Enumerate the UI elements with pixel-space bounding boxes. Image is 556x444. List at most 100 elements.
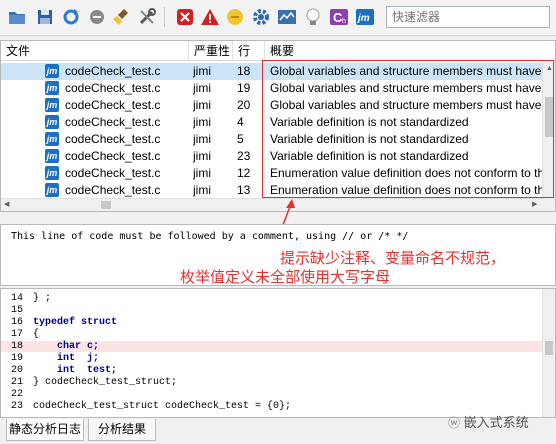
line-cell: 19: [237, 81, 251, 95]
code-line[interactable]: 21 } codeCheck_test_struct;: [1, 377, 542, 388]
severity-cell: jimi: [193, 149, 211, 163]
clean-icon[interactable]: [110, 6, 132, 28]
code-text: int j;: [33, 353, 100, 364]
scroll-thumb[interactable]: [545, 341, 553, 355]
severity-cell: jimi: [193, 64, 211, 78]
list-header: 文件 严重性 行 概要: [1, 41, 555, 61]
summary-cell: Variable definition is not standardized: [270, 149, 469, 163]
file-cell: codeCheck_test.c: [65, 149, 161, 163]
code-line[interactable]: 19 int j;: [1, 353, 542, 364]
code-line[interactable]: 23 codeCheck_test_struct codeCheck_test …: [1, 401, 542, 412]
jm-icon[interactable]: jm: [354, 6, 376, 28]
c-file-icon: jm: [45, 98, 59, 112]
column-header-file[interactable]: 文件: [1, 41, 189, 61]
column-header-severity[interactable]: 严重性: [189, 41, 233, 61]
table-row[interactable]: jm codeCheck_test.c jimi 12 Enumeration valu…: [1, 165, 555, 182]
c-file-icon: jm: [45, 149, 59, 163]
code-line[interactable]: 17 {: [1, 329, 542, 340]
warning-icon[interactable]: [199, 6, 221, 28]
c-file-icon: jm: [45, 183, 59, 197]
severity-cell: jimi: [193, 81, 211, 95]
tools-icon[interactable]: [136, 6, 158, 28]
stop-icon[interactable]: [86, 6, 108, 28]
hint-icon[interactable]: [302, 6, 324, 28]
code-line[interactable]: 20 int test;: [1, 365, 542, 376]
error-icon[interactable]: [174, 6, 196, 28]
c-file-icon: jm: [45, 132, 59, 146]
code-text: int test;: [33, 365, 118, 376]
table-row[interactable]: jm codeCheck_test.c jimi 5 Variable definiti…: [1, 131, 555, 148]
message-text: This line of code must be followed by a …: [11, 231, 409, 242]
toolbar-separator: [164, 7, 165, 27]
table-row[interactable]: jm codeCheck_test.c jimi 13 Enumeration valu…: [1, 182, 555, 199]
code-text: } ;: [33, 293, 52, 304]
line-number: 23: [11, 401, 24, 412]
chart-icon[interactable]: [276, 6, 298, 28]
svg-text:jm: jm: [356, 13, 370, 24]
code-text: codeCheck_test_struct codeCheck_test = {…: [33, 401, 292, 412]
code-vertical-scrollbar[interactable]: [542, 289, 555, 417]
file-cell: codeCheck_test.c: [65, 183, 161, 197]
info-icon[interactable]: [224, 6, 246, 28]
line-number: 19: [11, 353, 24, 364]
code-line[interactable]: 15: [1, 305, 542, 316]
line-cell: 4: [237, 115, 244, 129]
severity-cell: jimi: [193, 166, 211, 180]
line-number: 17: [11, 329, 24, 340]
table-row[interactable]: jm codeCheck_test.c jimi 4 Variable definiti…: [1, 114, 555, 131]
svg-text:h: h: [342, 18, 346, 25]
severity-cell: jimi: [193, 132, 211, 146]
file-cell: codeCheck_test.c: [65, 64, 161, 78]
code-view[interactable]: 14 } ; 15 16 typedef struct 17 {18 char c;…: [0, 288, 556, 418]
severity-cell: jimi: [193, 183, 211, 197]
code-text: typedef struct: [33, 317, 118, 328]
c-file-icon: jm: [45, 166, 59, 180]
tab-analysis-results[interactable]: 分析结果: [88, 419, 156, 441]
summary-cell: Global variables and structure members m…: [270, 98, 544, 112]
scroll-thumb[interactable]: [101, 201, 111, 209]
c-language-icon[interactable]: Ch: [328, 6, 350, 28]
annotation-text-1: 提示缺少注释、变量命名不规范，: [280, 249, 506, 267]
table-row[interactable]: jm codeCheck_test.c jimi 19 Global variables…: [1, 80, 555, 97]
scroll-up-icon[interactable]: ▲: [546, 63, 553, 75]
refresh-icon[interactable]: [60, 6, 82, 28]
watermark-logo-icon: ⓦ: [448, 416, 461, 430]
code-line[interactable]: 16 typedef struct: [1, 317, 542, 328]
annotation-text-2: 枚举值定义未全部使用大写字母: [180, 268, 391, 286]
quick-filter-input[interactable]: [386, 6, 550, 28]
line-number: 20: [11, 365, 24, 376]
table-row[interactable]: jm codeCheck_test.c jimi 23 Variable definit…: [1, 148, 555, 165]
scroll-right-icon[interactable]: ▶: [532, 199, 537, 211]
file-cell: codeCheck_test.c: [65, 98, 161, 112]
watermark-text: 嵌入式系统: [463, 415, 529, 430]
line-cell: 12: [237, 166, 251, 180]
scroll-left-icon[interactable]: ◀: [4, 199, 9, 211]
column-header-line[interactable]: 行: [233, 41, 265, 61]
line-number: 22: [11, 389, 24, 400]
open-folder-icon[interactable]: [6, 6, 28, 28]
code-line[interactable]: 14 } ;: [1, 293, 542, 304]
table-row[interactable]: jm codeCheck_test.c jimi 18 Global variables…: [1, 63, 555, 80]
line-cell: 20: [237, 98, 251, 112]
summary-cell: Enumeration value definition does not co…: [270, 166, 544, 180]
summary-cell: Enumeration value definition does not co…: [270, 183, 544, 197]
column-header-summary[interactable]: 概要: [265, 41, 555, 61]
code-text: {: [33, 329, 40, 340]
table-row[interactable]: jm codeCheck_test.c jimi 20 Global variables…: [1, 97, 555, 114]
code-text: } codeCheck_test_struct;: [33, 377, 178, 388]
tab-static-analysis-log[interactable]: 静态分析日志: [6, 419, 84, 441]
summary-cell: Variable definition is not standardized: [270, 115, 469, 129]
code-line[interactable]: 18 char c;: [1, 341, 542, 352]
line-number: 21: [11, 377, 24, 388]
severity-cell: jimi: [193, 115, 211, 129]
settings-icon[interactable]: [250, 6, 272, 28]
code-line[interactable]: 22: [1, 389, 542, 400]
c-file-icon: jm: [45, 81, 59, 95]
file-cell: codeCheck_test.c: [65, 132, 161, 146]
scroll-thumb[interactable]: [545, 97, 553, 137]
toolbar: Ch jm: [0, 0, 556, 36]
list-vertical-scrollbar[interactable]: ▲: [542, 61, 555, 211]
save-icon[interactable]: [34, 6, 56, 28]
list-horizontal-scrollbar[interactable]: ◀ ▶: [1, 198, 544, 211]
severity-cell: jimi: [193, 98, 211, 112]
